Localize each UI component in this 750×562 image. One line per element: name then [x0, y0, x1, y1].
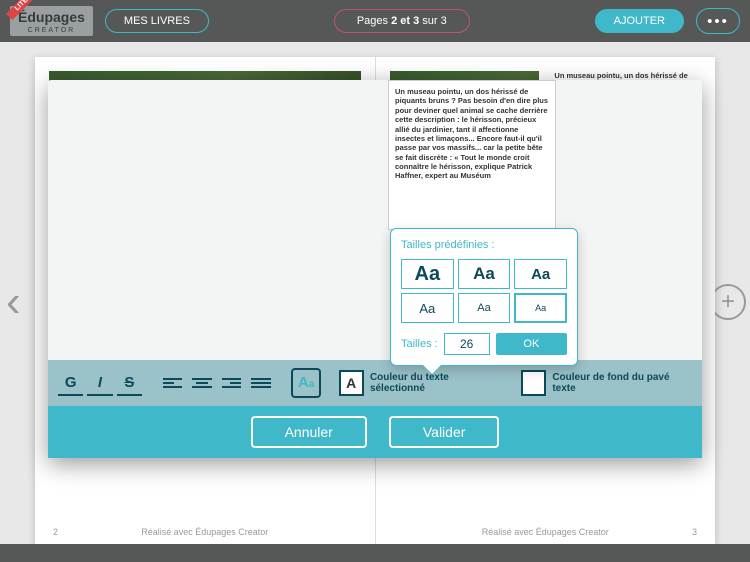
bg-color-label: Couleur de fond du pavé texte — [552, 372, 692, 394]
size-input[interactable] — [444, 333, 490, 355]
page-indicator: Pages 2 et 3 sur 3 — [334, 9, 470, 33]
add-page-icon[interactable]: + — [710, 284, 746, 320]
add-button[interactable]: AJOUTER — [595, 9, 684, 33]
bold-button[interactable]: G — [58, 370, 83, 396]
modal-actions: Annuler Valider — [48, 406, 702, 458]
text-color-button[interactable]: A — [339, 370, 364, 396]
more-button[interactable]: ••• — [696, 8, 740, 34]
size-grid: Aa Aa Aa Aa Aa Aa — [401, 259, 567, 323]
prev-page-arrow[interactable]: ‹ — [6, 277, 21, 327]
font-size-button[interactable]: Aa — [291, 368, 320, 398]
bg-color-button[interactable] — [521, 370, 546, 396]
align-right-button[interactable] — [219, 370, 244, 396]
italic-button[interactable]: I — [87, 370, 112, 396]
popover-title: Tailles prédéfinies : — [401, 239, 567, 251]
size-preset-6[interactable]: Aa — [514, 293, 567, 323]
align-justify-button[interactable] — [248, 370, 273, 396]
page-prefix: Pages — [357, 15, 391, 27]
app-logo: LITE Édupages CREATOR — [10, 6, 93, 36]
top-bar: LITE Édupages CREATOR MES LIVRES Pages 2… — [0, 0, 750, 42]
strike-button[interactable]: S — [117, 370, 142, 396]
size-input-row: Tailles : OK — [401, 333, 567, 355]
align-center-button[interactable] — [189, 370, 214, 396]
my-books-button[interactable]: MES LIVRES — [105, 9, 209, 33]
text-preview[interactable]: Un museau pointu, un dos hérissé de piqu… — [388, 80, 556, 230]
logo-text: Édupages — [18, 9, 85, 25]
text-format-modal: Un museau pointu, un dos hérissé de piqu… — [48, 80, 702, 458]
size-preset-3[interactable]: Aa — [514, 259, 567, 289]
size-preset-2[interactable]: Aa — [458, 259, 511, 289]
size-label: Tailles : — [401, 338, 438, 350]
format-toolbar: G I S Aa A Couleur du texte sélectionné … — [48, 360, 702, 406]
page-suffix: sur 3 — [419, 15, 447, 27]
size-popover: Tailles prédéfinies : Aa Aa Aa Aa Aa Aa … — [390, 228, 578, 366]
align-left-button[interactable] — [160, 370, 185, 396]
cancel-button[interactable]: Annuler — [251, 416, 367, 448]
size-ok-button[interactable]: OK — [496, 333, 567, 355]
modal-body: Un museau pointu, un dos hérissé de piqu… — [48, 80, 702, 360]
size-preset-5[interactable]: Aa — [458, 293, 511, 323]
page-current: 2 et 3 — [391, 15, 419, 27]
logo-subtext: CREATOR — [18, 27, 85, 34]
size-preset-1[interactable]: Aa — [401, 259, 454, 289]
page-right-footer: Réalisé avec Édupages Creator — [376, 527, 716, 537]
bottom-strip — [0, 544, 750, 562]
text-color-label: Couleur du texte sélectionné — [370, 372, 503, 394]
size-preset-4[interactable]: Aa — [401, 293, 454, 323]
page-left-footer: Réalisé avec Édupages Creator — [35, 527, 375, 537]
validate-button[interactable]: Valider — [389, 416, 500, 448]
